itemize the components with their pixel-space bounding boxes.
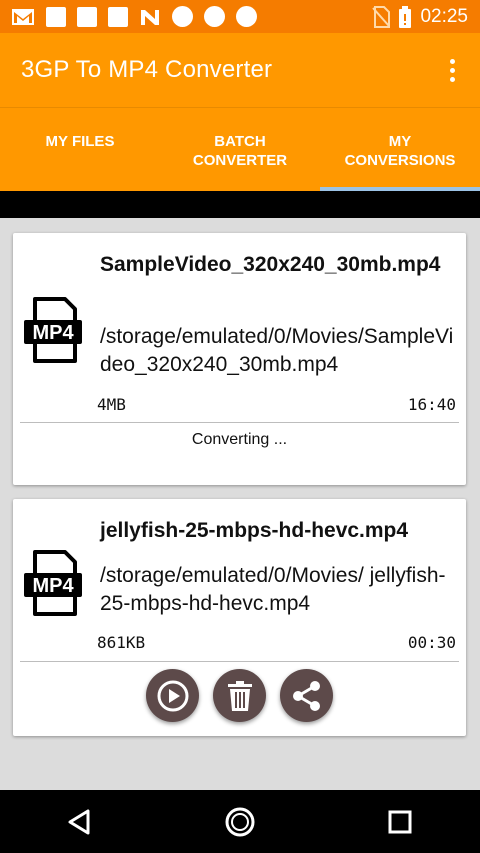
- action-row: [13, 669, 466, 722]
- play-icon: [157, 680, 188, 711]
- notification-icon: [46, 6, 66, 27]
- file-path: /storage/emulated/0/Movies/ jellyfish-25…: [100, 564, 446, 615]
- navigation-bar: [0, 790, 480, 853]
- conversion-card[interactable]: MP4 SampleVideo_320x240_30mb.mp4 /storag…: [13, 233, 466, 485]
- share-button[interactable]: [280, 669, 333, 722]
- file-duration: 00:30: [407, 633, 456, 652]
- notification-icon: [108, 6, 128, 27]
- circle-icon: [236, 6, 257, 27]
- recents-button[interactable]: [376, 798, 424, 846]
- delete-icon: [227, 680, 252, 711]
- gmail-icon: [12, 8, 34, 25]
- delete-button[interactable]: [213, 669, 266, 722]
- tab-label: MY FILES: [45, 133, 115, 150]
- circle-icon: [204, 6, 225, 27]
- nfc-icon: [141, 9, 159, 25]
- tab-label: CONVERSIONS: [344, 152, 456, 169]
- mp4-label: MP4: [32, 575, 74, 597]
- circle-icon: [172, 6, 193, 27]
- tab-bar: MY FILES BATCH CONVERTER MY CONVERSIONS: [0, 107, 480, 192]
- card-divider: [20, 422, 459, 423]
- more-vert-icon[interactable]: [440, 50, 464, 90]
- share-icon: [292, 680, 320, 711]
- play-button[interactable]: [146, 669, 199, 722]
- back-icon: [68, 809, 90, 834]
- divider-band: [0, 191, 480, 218]
- tab-batch-converter[interactable]: BATCH CONVERTER: [160, 108, 320, 192]
- mp4-label: MP4: [32, 322, 74, 344]
- tab-label: CONVERTER: [192, 152, 288, 169]
- status-time: 02:25: [420, 5, 468, 27]
- mp4-file-icon: MP4: [24, 550, 82, 616]
- file-size: 4MB: [97, 395, 126, 414]
- battery-icon: [399, 5, 412, 28]
- file-name: SampleVideo_320x240_30mb.mp4: [100, 253, 441, 276]
- notification-icon: [77, 6, 97, 27]
- recents-icon: [388, 810, 412, 833]
- conversion-status: Converting ...: [191, 431, 288, 448]
- card-divider: [20, 661, 459, 662]
- app-bar: 3GP To MP4 Converter: [0, 33, 480, 107]
- file-size: 861KB: [97, 633, 146, 652]
- mp4-file-icon: MP4: [24, 297, 82, 363]
- home-button[interactable]: [216, 798, 264, 846]
- status-bar: 02:25: [0, 0, 480, 33]
- file-path: /storage/emulated/0/Movies/SampleVideo_3…: [100, 325, 454, 376]
- back-button[interactable]: [56, 798, 104, 846]
- home-icon: [225, 807, 255, 836]
- app-title: 3GP To MP4 Converter: [21, 56, 273, 83]
- no-sim-icon: [372, 5, 391, 28]
- tab-label: BATCH: [214, 133, 266, 150]
- tab-label: MY: [388, 133, 412, 150]
- file-duration: 16:40: [407, 395, 456, 414]
- tab-my-conversions[interactable]: MY CONVERSIONS: [320, 108, 480, 192]
- conversion-card[interactable]: MP4 jellyfish-25-mbps-hd-hevc.mp4 /stora…: [13, 499, 466, 736]
- tab-my-files[interactable]: MY FILES: [0, 108, 160, 192]
- file-name: jellyfish-25-mbps-hd-hevc.mp4: [100, 519, 409, 542]
